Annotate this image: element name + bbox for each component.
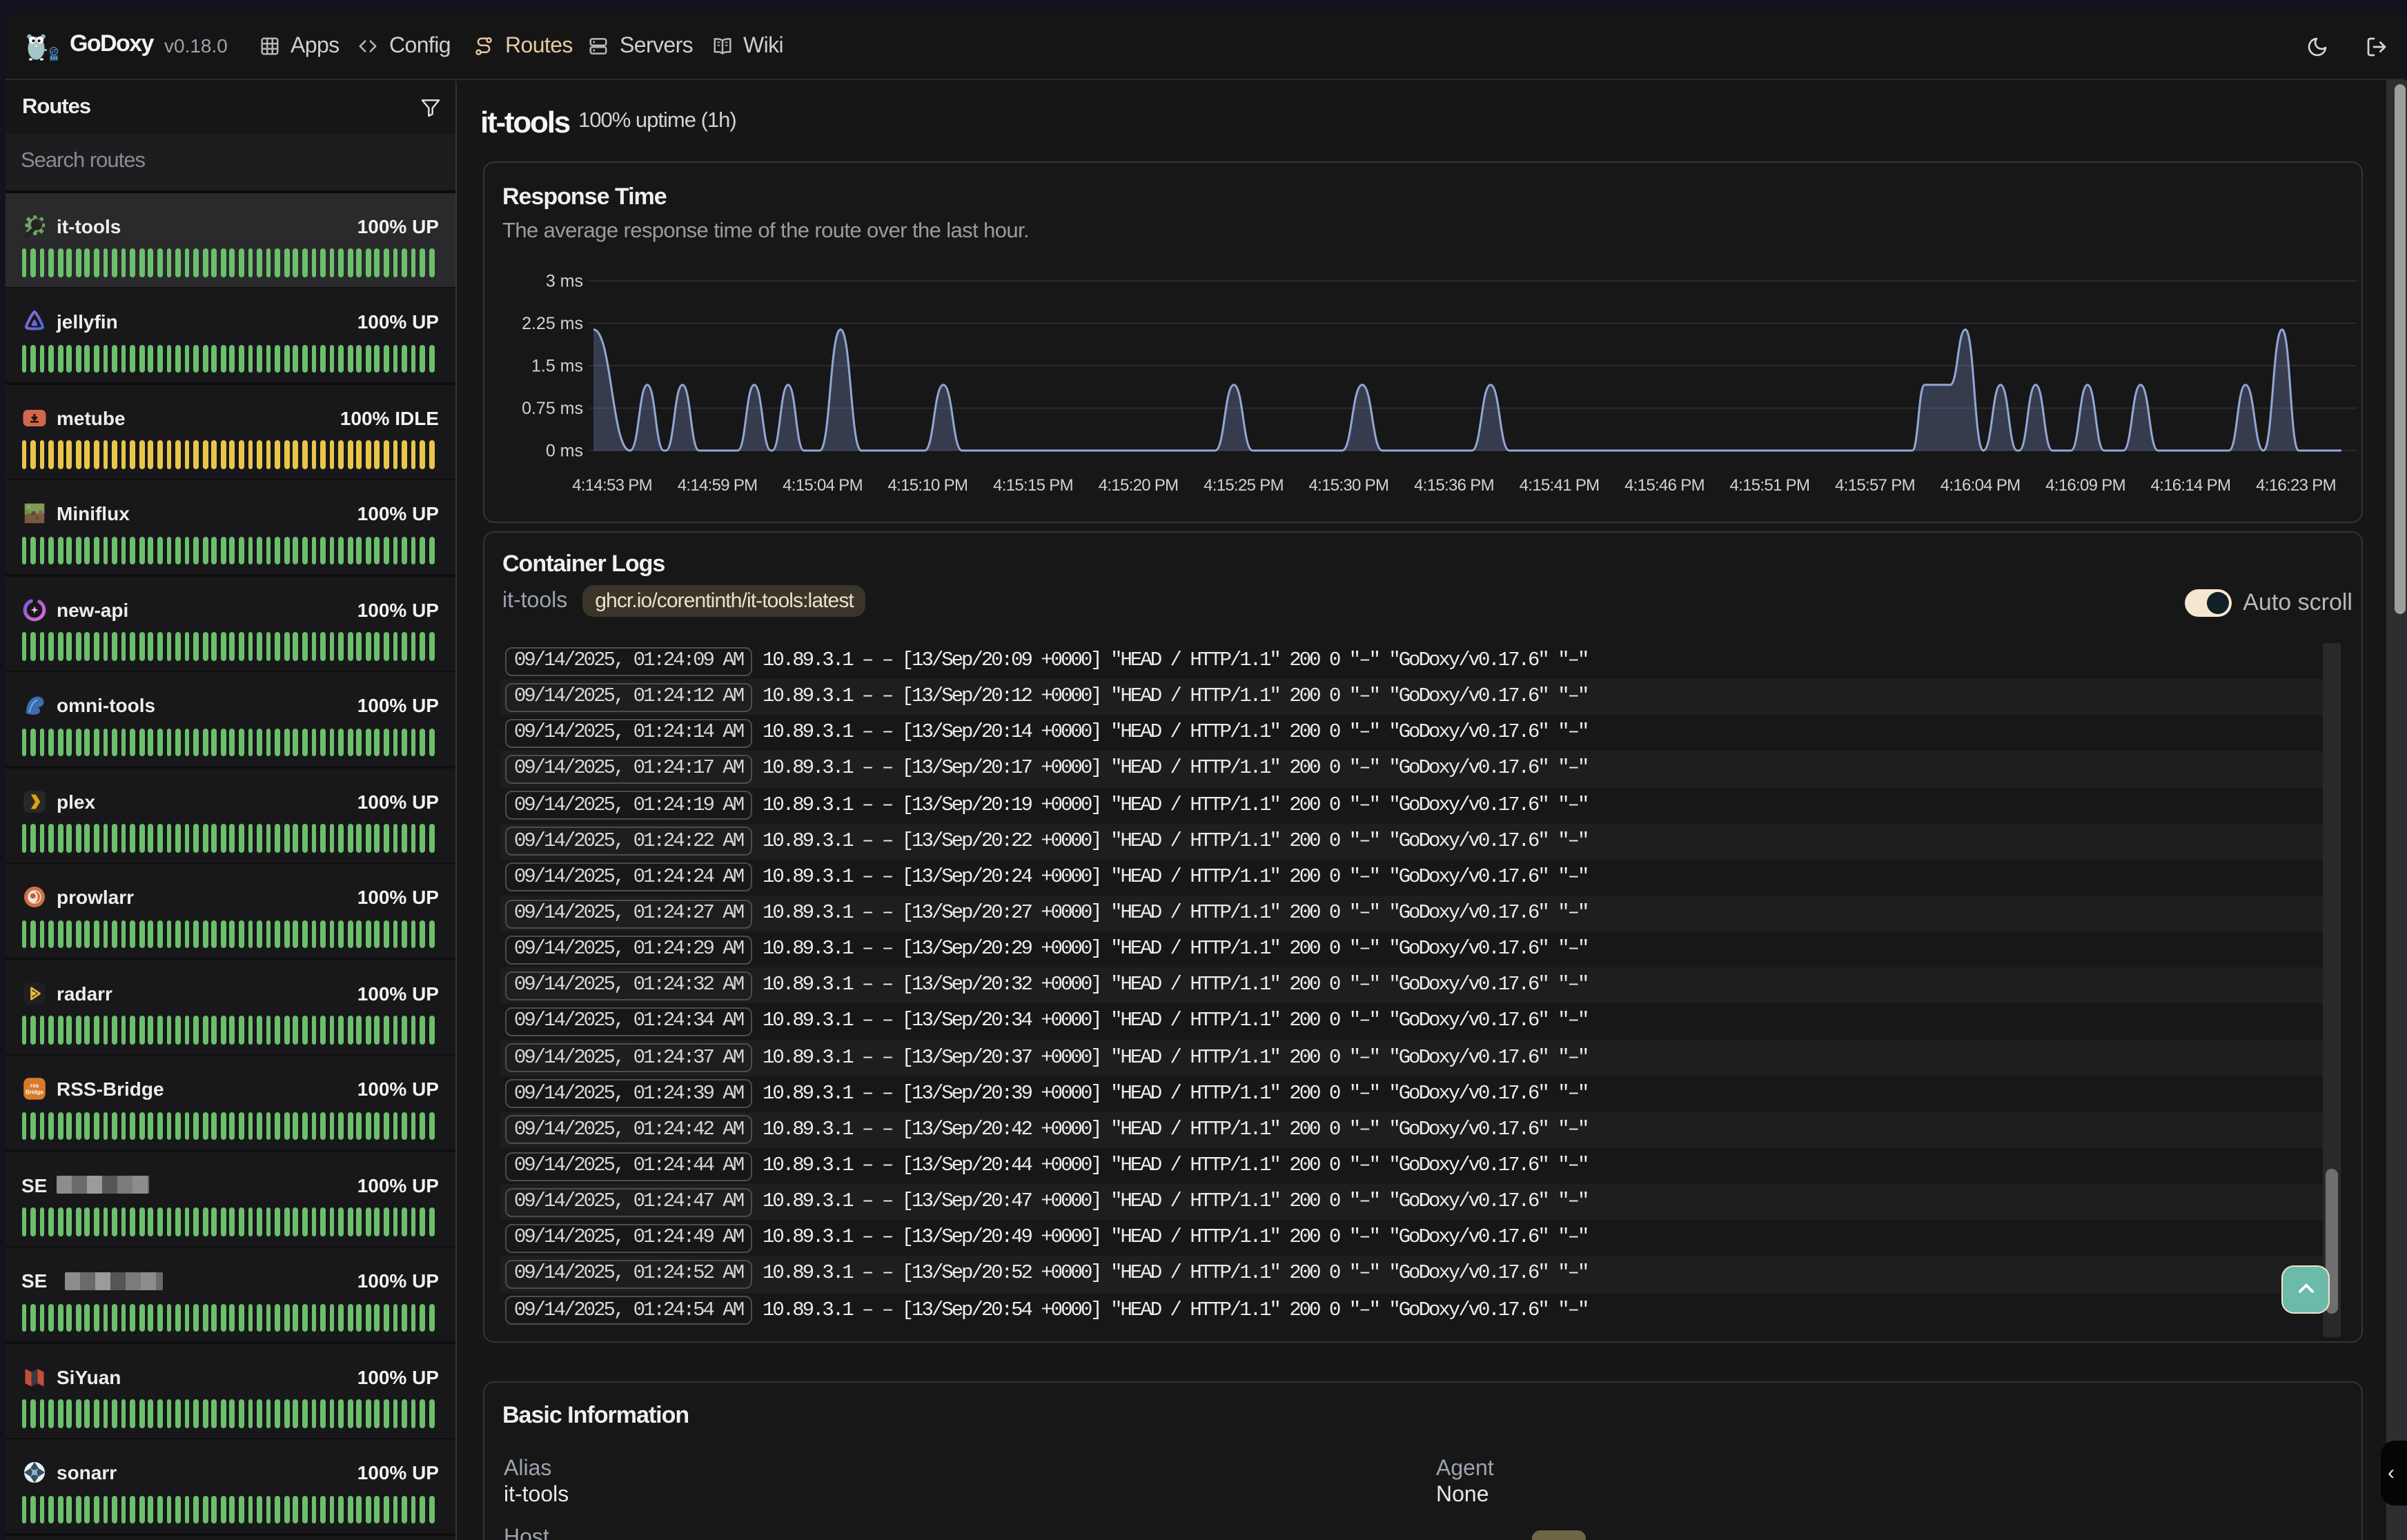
svg-text:rss: rss	[30, 1083, 39, 1089]
svg-text:4:16:23 PM: 4:16:23 PM	[2256, 476, 2336, 495]
svg-text:4:15:51 PM: 4:15:51 PM	[1730, 476, 1810, 495]
svg-text:4:15:57 PM: 4:15:57 PM	[1835, 476, 1915, 495]
svg-text:Bridge: Bridge	[25, 1089, 43, 1096]
svg-text:4:15:36 PM: 4:15:36 PM	[1414, 476, 1494, 495]
svg-text:1.5 ms: 1.5 ms	[531, 357, 583, 376]
svg-text:4:15:46 PM: 4:15:46 PM	[1624, 476, 1704, 495]
svg-text:0 ms: 0 ms	[546, 442, 583, 461]
svg-text:4:14:59 PM: 4:14:59 PM	[678, 476, 758, 495]
svg-text:4:15:25 PM: 4:15:25 PM	[1204, 476, 1284, 495]
svg-text:4:15:41 PM: 4:15:41 PM	[1520, 476, 1600, 495]
svg-text:4:15:15 PM: 4:15:15 PM	[993, 476, 1073, 495]
svg-text:2.25 ms: 2.25 ms	[522, 314, 583, 333]
svg-text:4:15:20 PM: 4:15:20 PM	[1099, 476, 1179, 495]
svg-text:4:16:09 PM: 4:16:09 PM	[2045, 476, 2125, 495]
svg-text:4:14:53 PM: 4:14:53 PM	[572, 476, 652, 495]
svg-text:4:16:14 PM: 4:16:14 PM	[2151, 476, 2231, 495]
svg-text:0.75 ms: 0.75 ms	[522, 399, 583, 418]
svg-text:3 ms: 3 ms	[546, 272, 583, 291]
svg-text:4:15:30 PM: 4:15:30 PM	[1309, 476, 1389, 495]
svg-text:4:15:10 PM: 4:15:10 PM	[888, 476, 968, 495]
svg-text:4:16:04 PM: 4:16:04 PM	[1941, 476, 2021, 495]
svg-text:4:15:04 PM: 4:15:04 PM	[783, 476, 863, 495]
